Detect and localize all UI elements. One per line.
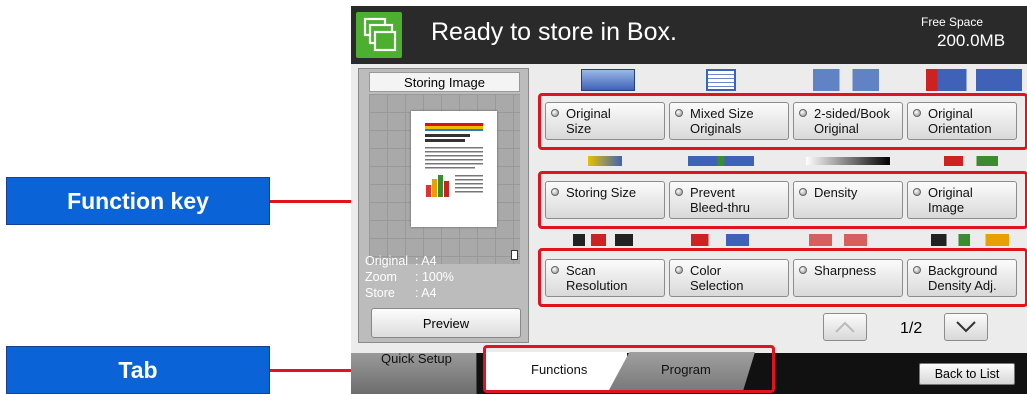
page-down-button[interactable] (944, 313, 988, 341)
icon-original-image (944, 156, 998, 166)
info-store-key: Store (365, 286, 395, 300)
color-selection-label-2: Selection (690, 278, 744, 293)
tab-highlight-box (483, 345, 775, 393)
indicator-dot-icon (913, 188, 921, 196)
tab-quick-setup[interactable]: Quick Setup (351, 351, 477, 394)
bleed-thru-label-1: Prevent (690, 185, 735, 200)
storing-size-button[interactable]: Storing Size (545, 181, 665, 219)
mixed-size-label-1: Mixed Size (690, 106, 754, 121)
density-label-1: Density (814, 185, 858, 200)
indicator-dot-icon (551, 266, 559, 274)
indicator-dot-icon (675, 109, 683, 117)
icon-mixed-size (706, 69, 736, 91)
background-density-button[interactable]: Background Density Adj. (907, 259, 1017, 297)
scan-resolution-label-1: Scan (566, 263, 596, 278)
orientation-label-2: Orientation (928, 121, 992, 136)
function-key-callout: Function key (6, 177, 270, 225)
2-sided-book-original-button[interactable]: 2-sided/Book Original (793, 102, 903, 140)
preview-title: Storing Image (369, 72, 520, 92)
icon-orientation (926, 69, 1022, 91)
icon-2sided (813, 69, 879, 91)
info-original-key: Original (365, 254, 409, 268)
density-button[interactable]: Density (793, 181, 903, 219)
info-store: Store : A4 (365, 286, 525, 300)
icon-bleed-thru (688, 156, 754, 166)
orientation-label-1: Original (928, 106, 973, 121)
back-to-list-button[interactable]: Back to List (919, 363, 1015, 385)
free-space-label: Free Space (921, 15, 984, 29)
icon-scan-resolution (573, 234, 633, 246)
scan-resolution-button[interactable]: Scan Resolution (545, 259, 665, 297)
info-original: Original : A4 (365, 254, 525, 268)
indicator-dot-icon (551, 109, 559, 117)
original-image-button[interactable]: Original Image (907, 181, 1017, 219)
original-image-label-1: Original (928, 185, 973, 200)
original-size-label-2: Size (566, 121, 592, 136)
document-thumbnail (411, 111, 497, 227)
indicator-dot-icon (913, 109, 921, 117)
icon-storing-size (588, 156, 622, 166)
indicator-dot-icon (913, 266, 921, 274)
chevron-down-icon (956, 321, 976, 333)
info-zoom-value: : 100% (415, 270, 454, 284)
indicator-dot-icon (675, 266, 683, 274)
box-folder-icon (356, 12, 402, 58)
preview-panel: Storing Image Original: A4 Zoom: 100% … (358, 68, 529, 343)
page-indicator: 1/2 (900, 320, 923, 337)
status-header: Ready to store in Box. Free Space 200.0M… (351, 6, 1027, 64)
sharpness-button[interactable]: Sharpness (793, 259, 903, 297)
storing-size-label-1: Storing Size (566, 185, 637, 200)
indicator-dot-icon (675, 188, 683, 196)
mixed-size-label-2: Originals (690, 121, 742, 136)
preview-button[interactable]: Preview (371, 308, 521, 338)
indicator-dot-icon (551, 188, 559, 196)
info-store-value: : A4 (415, 286, 437, 300)
indicator-dot-icon (799, 109, 807, 117)
original-size-button[interactable]: Original Size (545, 102, 665, 140)
color-selection-button[interactable]: Color Selection (669, 259, 789, 297)
original-size-label-1: Original (566, 106, 611, 121)
2-sided-label-2: Original (814, 121, 859, 136)
sharpness-label-1: Sharpness (814, 263, 877, 278)
2-sided-label-1: 2-sided/Book (814, 106, 890, 121)
background-density-label-2: Density Adj. (928, 278, 997, 293)
device-screen: Ready to store in Box. Free Space 200.0M… (351, 6, 1027, 394)
tab-bar: Quick Setup Functions Program Back to Li… (351, 345, 1027, 394)
page-up-button[interactable] (823, 313, 867, 341)
background-density-label-1: Background (928, 263, 998, 278)
chevron-up-icon (835, 321, 855, 333)
tab-callout: Tab (6, 346, 270, 394)
info-original-value: : A4 (415, 254, 437, 268)
icon-density (806, 157, 890, 165)
indicator-dot-icon (799, 188, 807, 196)
icon-background-density (931, 234, 1009, 246)
scan-resolution-label-2: Resolution (566, 278, 628, 293)
mixed-size-originals-button[interactable]: Mixed Size Originals (669, 102, 789, 140)
icon-original-size (581, 69, 635, 91)
function-row-3: Scan Resolution Color Selection Sharpness … (538, 248, 1027, 307)
free-space-value: 200.0MB (937, 31, 1006, 50)
icon-sharpness (809, 234, 867, 246)
color-selection-label-1: Color (690, 263, 722, 278)
indicator-dot-icon (799, 266, 807, 274)
function-row-1: Original Size Mixed Size Originals 2-sided… (538, 93, 1027, 150)
original-image-label-2: Image (928, 200, 965, 215)
preview-canvas (369, 94, 520, 264)
prevent-bleed-thru-button[interactable]: Prevent Bleed-thru (669, 181, 789, 219)
original-orientation-button[interactable]: Original Orientation (907, 102, 1017, 140)
icon-color-selection (691, 234, 749, 246)
function-row-2: Storing Size Prevent Bleed-thru Density O… (538, 171, 1027, 229)
status-title: Ready to store in Box. (431, 18, 677, 46)
info-zoom: Zoom : 100% (365, 270, 525, 284)
info-zoom-key: Zoom (365, 270, 397, 284)
tab-quick-setup-label: Quick Setup (381, 351, 452, 366)
bleed-thru-label-2: Bleed-thru (690, 200, 750, 215)
